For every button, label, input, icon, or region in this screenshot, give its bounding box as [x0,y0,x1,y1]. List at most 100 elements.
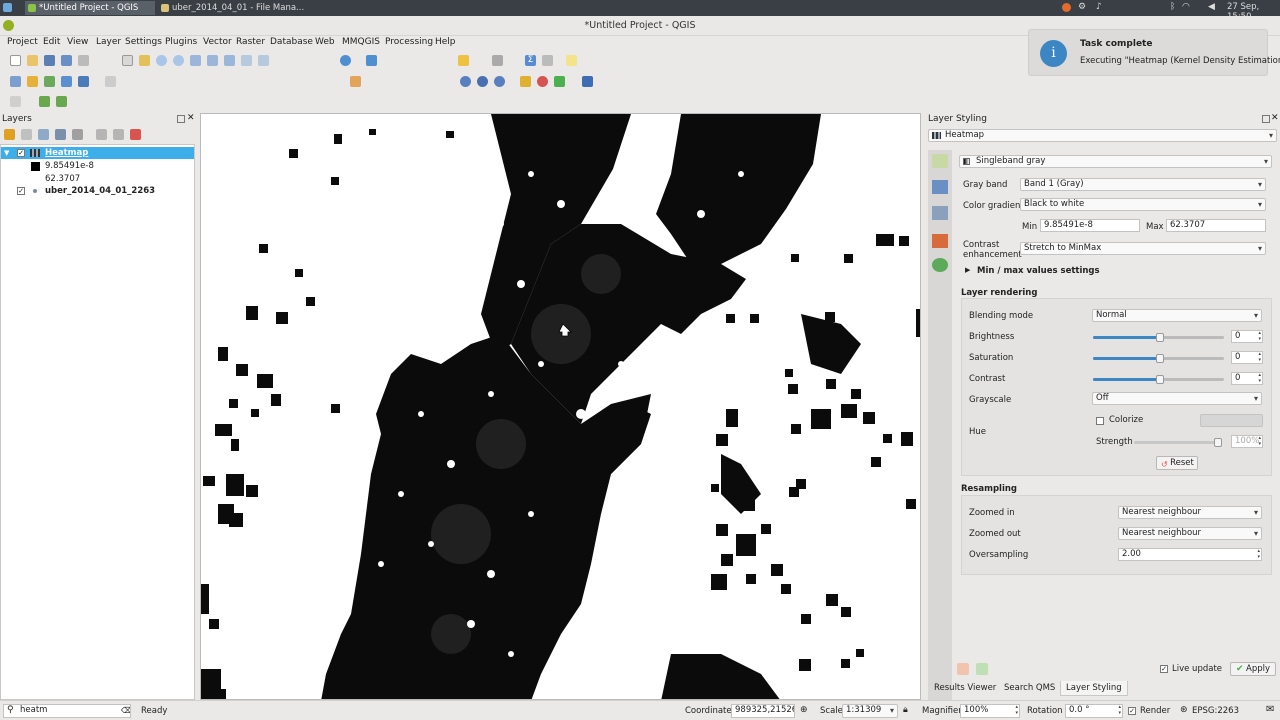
digitize-icon[interactable] [61,76,72,87]
contrast-slider[interactable] [1093,375,1224,384]
saturation-spinbox[interactable]: 0 [1231,351,1263,364]
slider-handle[interactable] [1156,333,1164,342]
minmax-settings-toggle[interactable]: Min / max values settings [977,266,1100,276]
print-layout-icon[interactable] [78,55,89,66]
menu-project[interactable]: Project [7,37,38,47]
symbology-tab-icon[interactable] [932,154,948,168]
layer-visibility-checkbox[interactable]: ✓ [17,149,25,157]
reset-button[interactable]: ↺ Reset [1156,456,1198,470]
max-input[interactable]: 62.3707 [1166,219,1266,232]
zoom-in-icon[interactable] [156,55,167,66]
map-tips-icon[interactable] [460,76,471,87]
zoom-last-icon[interactable] [241,55,252,66]
contrast-spinbox[interactable]: 0 [1231,372,1263,385]
statistics-icon[interactable]: Σ [525,55,536,66]
zoom-layer-icon[interactable] [207,55,218,66]
layer-row-uber[interactable]: ✓ uber_2014_04_01_2263 [1,185,194,197]
task-complete-notification[interactable]: i Task complete Executing "Heatmap (Kern… [1028,29,1280,76]
filter-expression-icon[interactable] [72,129,83,140]
wifi-icon[interactable]: ◠ [1182,3,1190,12]
slider-handle[interactable] [1214,438,1222,447]
apply-button[interactable]: ✔ Apply [1230,662,1276,676]
zoomed-in-combo[interactable]: Nearest neighbour [1118,506,1262,519]
pan-to-selection-icon[interactable] [139,55,150,66]
taskbar-task-file-manager[interactable]: uber_2014_04_01 - File Mana... [158,1,318,15]
new-project-icon[interactable] [10,55,21,66]
add-raster-icon[interactable] [44,76,55,87]
slider-handle[interactable] [1156,354,1164,363]
expand-arrow-icon[interactable]: ▶ [965,266,970,274]
menu-vector[interactable]: Vector [203,37,232,47]
close-panel-icon[interactable]: ✕ [187,113,195,123]
render-checkbox[interactable]: ✓ [1128,707,1136,715]
remove-layer-icon[interactable] [130,129,141,140]
settings-icon[interactable]: ⚙ [1078,3,1086,12]
menu-edit[interactable]: Edit [43,37,60,47]
layer-styling-icon[interactable] [4,129,15,140]
pyramids-tab-icon[interactable] [932,234,948,248]
processing-history-icon[interactable] [10,96,21,107]
zoom-full-icon[interactable] [190,55,201,66]
strength-slider[interactable] [1134,438,1222,447]
manage-themes-icon[interactable] [38,129,49,140]
save-project-icon[interactable] [44,55,55,66]
histogram-tab-icon[interactable] [932,206,948,220]
help-icon[interactable] [582,76,593,87]
toggle-extents-icon[interactable]: ⊕ [800,705,808,715]
crs-button[interactable]: EPSG:2263 [1192,706,1239,716]
zoom-native-icon[interactable] [224,55,235,66]
data-source-manager-icon[interactable] [10,76,21,87]
tab-results-viewer[interactable]: Results Viewer [929,681,1001,696]
live-update-checkbox[interactable]: ✓ [1160,665,1168,673]
messages-icon[interactable]: ✉ [1266,704,1274,715]
menu-view[interactable]: View [67,37,88,47]
edit-pencil-icon[interactable] [105,76,116,87]
plugin-icon[interactable] [554,76,565,87]
tray-icons[interactable]: ⚙ ♪ ᛒ ◠ ◀ [1062,3,1222,13]
menu-mmqgis[interactable]: MMQGIS [342,37,380,47]
measure-icon[interactable] [542,55,553,66]
annotation-icon[interactable] [566,55,577,66]
field-calculator-icon[interactable] [492,55,503,66]
notifications-icon[interactable]: ♪ [1096,3,1102,12]
layer-row-heatmap[interactable]: ▼ ✓ Heatmap [1,147,194,159]
min-input[interactable]: 9.85491e-8 [1040,219,1140,232]
refresh-icon[interactable] [340,55,351,66]
colorize-color-button[interactable] [1200,414,1263,427]
open-project-icon[interactable] [27,55,38,66]
python-icon[interactable] [520,76,531,87]
bluetooth-icon[interactable]: ᛒ [1170,3,1175,12]
close-panel-icon[interactable]: ✕ [1271,113,1279,123]
layer-label-icon[interactable] [350,76,361,87]
python-console-icon[interactable] [78,76,89,87]
slider-handle[interactable] [1156,375,1164,384]
select-icon[interactable] [458,55,469,66]
processing-toolbox-icon[interactable] [39,96,50,107]
menu-help[interactable]: Help [435,37,456,47]
menu-settings[interactable]: Settings [125,37,162,47]
menu-plugins[interactable]: Plugins [165,37,197,47]
clear-icon[interactable]: ⌫ [121,705,130,716]
expand-all-icon[interactable] [96,129,107,140]
coordinate-field[interactable]: 989325,215268 [731,704,795,718]
zoom-next-icon[interactable] [258,55,269,66]
menu-layer[interactable]: Layer [96,37,121,47]
pan-icon[interactable] [122,55,133,66]
collapse-all-icon[interactable] [113,129,124,140]
strength-spinbox[interactable]: 100% [1231,435,1263,448]
menu-processing[interactable]: Processing [385,37,433,47]
brightness-slider[interactable] [1093,333,1224,342]
zoomed-out-combo[interactable]: Nearest neighbour [1118,527,1262,540]
taskbar-task-qgis[interactable]: *Untitled Project - QGIS [25,1,155,15]
gray-band-combo[interactable]: Band 1 (Gray) [1020,178,1266,191]
oversampling-spinbox[interactable]: 2.00 [1118,548,1262,561]
float-panel-icon[interactable] [1262,115,1270,123]
history-tab-icon[interactable] [932,258,948,272]
temporal-icon[interactable] [494,76,505,87]
blending-mode-combo[interactable]: Normal [1092,309,1262,322]
map-canvas[interactable] [200,113,921,700]
renderer-combo[interactable]: Singleband gray [959,155,1272,168]
new-layer-icon[interactable] [27,76,38,87]
saturation-slider[interactable] [1093,354,1224,363]
volume-icon[interactable]: ◀ [1208,3,1215,12]
